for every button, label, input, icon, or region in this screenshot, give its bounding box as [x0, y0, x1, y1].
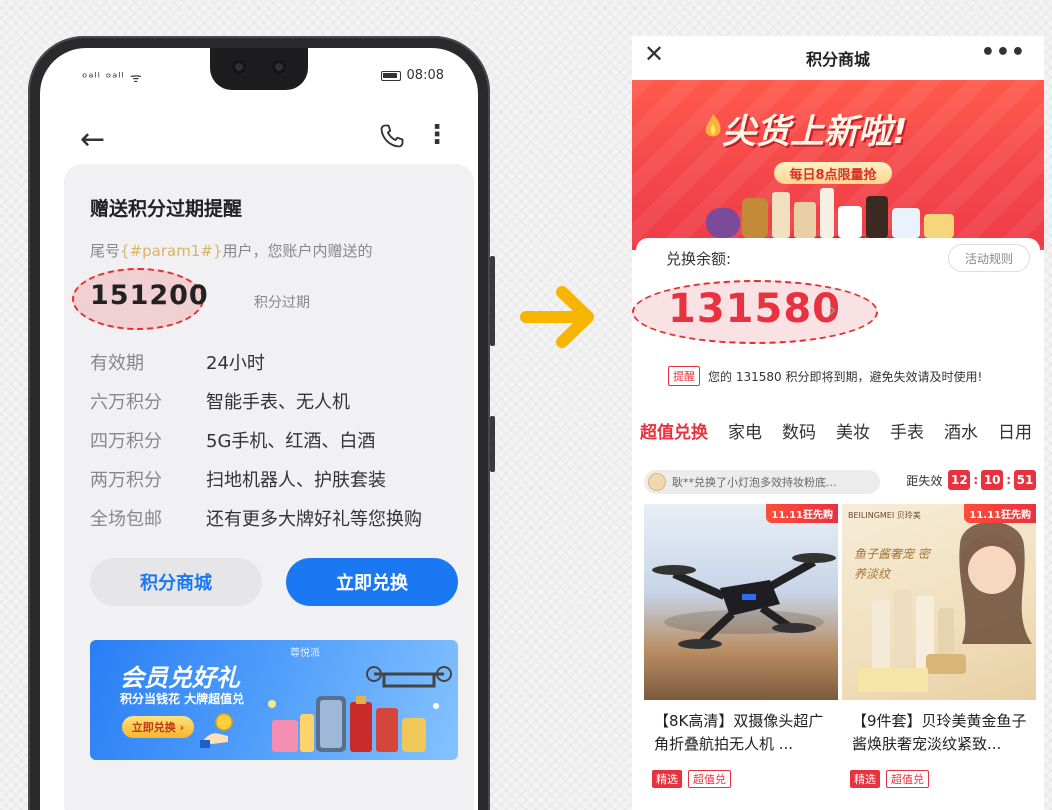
front-sensor-icon [272, 60, 286, 74]
hero-title: 尖货上新啦! [722, 112, 908, 152]
product-card-skincare[interactable]: 11.11狂先购 BEILINGMEI 贝玲美 鱼子酱奢宠 密养淡纹 【9件套】… [842, 504, 1036, 810]
tag-value: 超值兑 [886, 770, 929, 788]
redeem-ticker: 耿**兑换了小灯泡多效持妆粉底... [644, 470, 880, 494]
avatar [648, 473, 666, 491]
tab-daily[interactable]: 日用 [998, 418, 1032, 443]
tag-value: 超值兑 [688, 770, 731, 788]
countdown-seconds: 51 [1014, 470, 1036, 490]
tab-liquor[interactable]: 酒水 [944, 418, 978, 443]
more-vertical-icon[interactable]: ⋮ [424, 120, 450, 150]
tab-super-value[interactable]: 超值兑换 [640, 418, 708, 443]
ticker-text: 耿**兑换了小灯泡多效持妆粉底... [672, 476, 837, 489]
balance-label: 兑换余额: [666, 250, 732, 268]
product-slogan: 鱼子酱奢宠 密养淡纹 [854, 547, 930, 581]
message-title: 赠送积分过期提醒 [90, 198, 243, 220]
product-name: 【8K高清】双摄像头超广角折叠航拍无人机 ... [654, 712, 824, 753]
tag-featured: 精选 [652, 770, 682, 788]
benefit-list: 有效期 24小时 六万积分 智能手表、无人机 四万积分 5G手机、红酒、白酒 两万积分… [90, 342, 460, 537]
list-item: 两万积分 扫地机器人、护肤套装 [90, 459, 460, 498]
status-time: 08:08 [406, 68, 444, 83]
row-value: 5G手机、红酒、白酒 [206, 430, 376, 452]
more-icon[interactable]: ••• [981, 40, 1026, 65]
signal-icons: ᵒᵃˡˡ ᵒᵃˡˡ ᯤ [82, 71, 143, 86]
expiry-notice: 提醒 您的 131580 积分即将到期，避免失效请及时使用! [668, 366, 982, 386]
activity-rules-button[interactable]: 活动规则 [948, 244, 1030, 272]
chevron-right-icon[interactable]: › [828, 298, 837, 323]
row-value: 智能手表、无人机 [206, 391, 350, 413]
hero-tag: 每日8点限量抢 [774, 162, 892, 184]
row-key: 两万积分 [90, 469, 162, 491]
points-mall-button[interactable]: 积分商城 [90, 558, 262, 606]
param-placeholder: {#param1#} [120, 242, 223, 260]
redeem-now-button[interactable]: 立即兑换 [286, 558, 458, 606]
gift-products-illustration [268, 666, 452, 752]
message-subtitle: 尾号{#param1#}用户，您账户内赠送的 [90, 240, 372, 261]
drone-image [652, 553, 836, 649]
countdown-separator: : [1006, 473, 1011, 487]
product-image: 11.11狂先购 BEILINGMEI 贝玲美 鱼子酱奢宠 密养淡纹 [842, 504, 1036, 700]
coin-hand-icon [200, 713, 233, 748]
back-arrow-icon[interactable]: ← [80, 122, 105, 157]
list-item: 四万积分 5G手机、红酒、白酒 [90, 420, 460, 459]
row-key: 四万积分 [90, 430, 162, 452]
countdown-hours: 12 [948, 470, 971, 490]
product-card-drone[interactable]: 11.11狂先购 【8K高清】双摄像头超广角折叠航拍无人机 ... 精选 超值兑 [644, 504, 838, 810]
row-value: 24小时 [206, 352, 265, 374]
countdown-separator: : [973, 473, 979, 487]
promo-badge: 11.11狂先购 [964, 504, 1036, 523]
product-name: 【9件套】贝玲美黄金鱼子酱焕肤奢宠淡纹紧致... [852, 712, 1027, 753]
sub-prefix: 尾号 [90, 242, 121, 260]
product-image: 11.11狂先购 [644, 504, 838, 700]
phone-screen: ᵒᵃˡˡ ᵒᵃˡˡ ᯤ 08:08 ← ⋮ 赠送积分过期提醒 尾号{#param… [40, 48, 478, 810]
points-mall-screen: ✕ 积分商城 ••• 尖货上新啦! 每日8点限量抢 兑换余额: 活动规则 131… [632, 36, 1044, 810]
product-tags: 精选 超值兑 [644, 770, 838, 788]
points-expire-text: 积分过期 [254, 295, 310, 311]
member-gift-banner[interactable]: 尊悦派 会员兑好礼 积分当钱花 大牌超值兑 立即兑换 › [90, 640, 458, 760]
status-right: 08:08 [380, 68, 444, 83]
tag-featured: 精选 [850, 770, 880, 788]
product-tags: 精选 超值兑 [842, 770, 1036, 788]
row-value: 扫地机器人、护肤套装 [206, 469, 386, 491]
list-item: 有效期 24小时 [90, 342, 460, 381]
right-arrow-icon [520, 286, 594, 348]
row-key: 有效期 [90, 352, 144, 374]
battery-icon [380, 70, 401, 81]
notice-text: 您的 131580 积分即将到期，避免失效请及时使用! [708, 369, 983, 384]
tab-digital[interactable]: 数码 [782, 418, 816, 443]
notice-tag: 提醒 [668, 366, 700, 386]
banner-redeem-button[interactable]: 立即兑换 › [122, 716, 194, 738]
skincare-image [858, 521, 1032, 692]
sub-suffix: 用户，您账户内赠送的 [222, 242, 373, 260]
list-item: 六万积分 智能手表、无人机 [90, 381, 460, 420]
countdown-timer: 距失效 12 : 10 : 51 [906, 470, 1036, 490]
countdown-minutes: 10 [981, 470, 1004, 490]
row-key: 全场包邮 [90, 508, 162, 530]
balance-amount[interactable]: 131580 [668, 286, 841, 332]
tab-beauty[interactable]: 美妆 [836, 418, 870, 443]
mall-header: ✕ 积分商城 ••• [632, 36, 1044, 80]
countdown-label: 距失效 [906, 473, 943, 488]
phone-call-icon[interactable] [378, 122, 406, 154]
flame-icon [705, 114, 721, 137]
expiring-points: 151200 [90, 280, 209, 311]
category-tabs: 超值兑换 家电 数码 美妆 手表 酒水 日用 [640, 418, 1032, 443]
hero-banner[interactable]: 尖货上新啦! 每日8点限量抢 [632, 80, 1044, 250]
phone-mockup: ᵒᵃˡˡ ᵒᵃˡˡ ᯤ 08:08 ← ⋮ 赠送积分过期提醒 尾号{#param… [28, 36, 495, 810]
tab-watches[interactable]: 手表 [890, 418, 924, 443]
volume-button [490, 256, 495, 346]
sms-message-card: 赠送积分过期提醒 尾号{#param1#}用户，您账户内赠送的 151200 积… [64, 164, 474, 810]
tab-appliances[interactable]: 家电 [728, 418, 762, 443]
row-value: 还有更多大牌好礼等您换购 [206, 508, 422, 530]
power-button [490, 416, 495, 472]
promo-badge: 11.11狂先购 [766, 504, 838, 523]
front-camera-icon [232, 60, 246, 74]
banner-subtitle: 积分当钱花 大牌超值兑 [120, 692, 245, 706]
camera-notch [210, 48, 308, 90]
row-key: 六万积分 [90, 391, 162, 413]
list-item: 全场包邮 还有更多大牌好礼等您换购 [90, 498, 460, 537]
banner-title: 会员兑好礼 [120, 664, 240, 692]
brand-logo: BEILINGMEI 贝玲美 [848, 511, 921, 520]
balance-card: 兑换余额: 活动规则 131580 › 提醒 您的 131580 积分即将到期，… [632, 238, 1040, 394]
